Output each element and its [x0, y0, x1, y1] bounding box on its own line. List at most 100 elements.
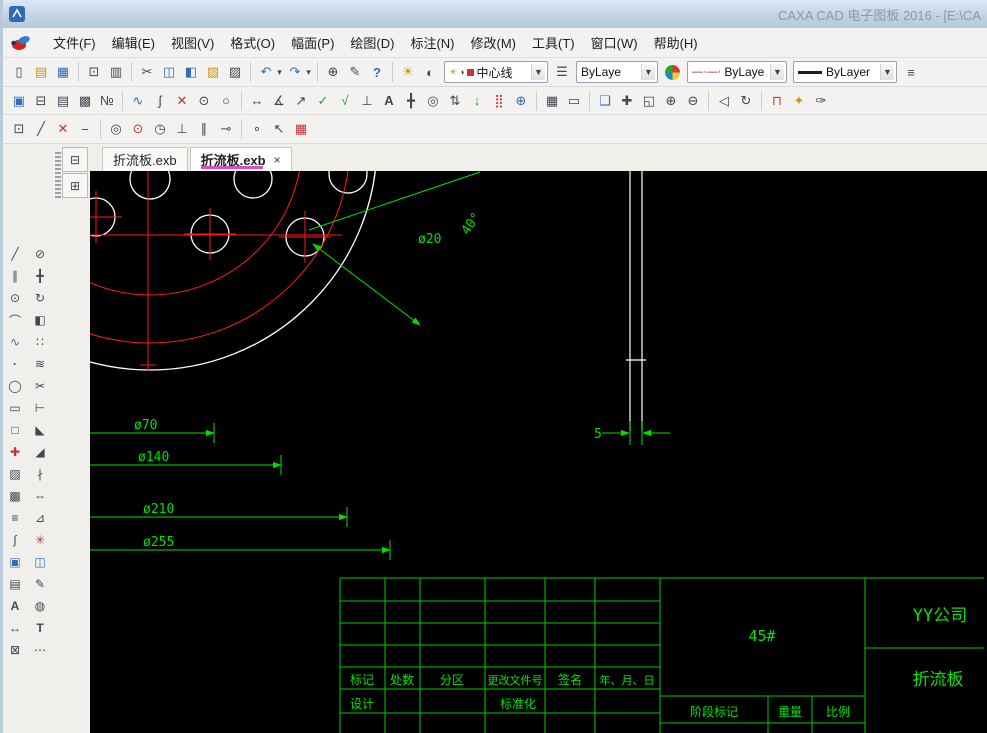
- draw-rectangle-icon[interactable]: ▭: [5, 398, 25, 418]
- zoom-out-icon[interactable]: ⊖: [683, 90, 703, 112]
- previous-view-icon[interactable]: ◁: [714, 90, 734, 112]
- redraw-icon[interactable]: ↻: [736, 90, 756, 112]
- more-tools-icon[interactable]: ⋯: [30, 640, 50, 660]
- color-combo[interactable]: ByLaye ▼: [576, 61, 658, 83]
- frame-select-icon[interactable]: ⊓: [767, 90, 787, 112]
- erase-icon[interactable]: ⊘: [30, 244, 50, 264]
- insert-image-icon[interactable]: ▤: [5, 574, 25, 594]
- tab-document-2[interactable]: 折流板.exb ×: [189, 147, 292, 171]
- linetype-combo[interactable]: —·—· ByLaye ▼: [687, 61, 787, 83]
- node-icon[interactable]: ∘: [247, 118, 267, 140]
- highlight-icon[interactable]: ✦: [789, 90, 809, 112]
- fill-color-icon[interactable]: ◍: [30, 596, 50, 616]
- draw-hatch-icon[interactable]: ▨: [5, 464, 25, 484]
- chevron-down-icon[interactable]: ▼: [531, 64, 545, 80]
- save-file-icon[interactable]: ▦: [53, 61, 73, 83]
- undo-icon[interactable]: ↶: [256, 61, 276, 83]
- erase-segment-icon[interactable]: ✕: [53, 118, 73, 140]
- print-preview-icon[interactable]: ▥: [106, 61, 126, 83]
- copy-entity-icon[interactable]: ◫: [30, 552, 50, 572]
- lineweight-combo[interactable]: ByLayer ▼: [793, 61, 897, 83]
- paste-special-icon[interactable]: ▨: [225, 61, 245, 83]
- undo-dropdown-icon[interactable]: ▾: [275, 61, 284, 83]
- draw-ellipse-icon[interactable]: ◯: [5, 376, 25, 396]
- zoom-in-icon[interactable]: ⊕: [661, 90, 681, 112]
- layer-lock-icon[interactable]: ◐: [420, 61, 440, 83]
- snap-point-icon[interactable]: ⊙: [194, 90, 214, 112]
- point-array-icon[interactable]: ⣿: [489, 90, 509, 112]
- mirror-icon[interactable]: ◧: [30, 310, 50, 330]
- draw-arc-icon[interactable]: ⌒: [5, 310, 25, 330]
- redo-dropdown-icon[interactable]: ▾: [304, 61, 313, 83]
- dim-text-d255[interactable]: ø255: [143, 535, 174, 550]
- dim-text-t5[interactable]: 5: [594, 427, 602, 442]
- draw-spline-icon[interactable]: ∿: [5, 332, 25, 352]
- formula-curve-icon[interactable]: ∫: [150, 90, 170, 112]
- zoom-all-icon[interactable]: ◱: [639, 90, 659, 112]
- layer-manager-icon[interactable]: ☰: [552, 61, 572, 83]
- open-file-icon[interactable]: ▤: [31, 61, 51, 83]
- side-view-part[interactable]: [626, 171, 646, 431]
- rotate-icon[interactable]: ↻: [30, 288, 50, 308]
- draw-curve-icon[interactable]: ∫: [5, 530, 25, 550]
- move-icon[interactable]: ╋: [30, 266, 50, 286]
- parts-list-icon[interactable]: ▤: [53, 90, 73, 112]
- arrow-tool-icon[interactable]: ↓: [467, 90, 487, 112]
- corner-icon[interactable]: ◣: [30, 420, 50, 440]
- text-edit-icon[interactable]: T: [30, 618, 50, 638]
- chevron-down-icon[interactable]: ▼: [770, 64, 784, 80]
- close-tab-icon[interactable]: ×: [274, 153, 281, 167]
- tab-document-1[interactable]: 折流板.exb: [102, 147, 188, 171]
- color-palette-icon[interactable]: [665, 64, 680, 80]
- copy-icon[interactable]: ◫: [159, 61, 179, 83]
- chevron-down-icon[interactable]: ▼: [880, 64, 894, 80]
- pen-icon[interactable]: ✑: [811, 90, 831, 112]
- menu-view[interactable]: 视图(V): [163, 29, 222, 56]
- help-icon[interactable]: ?: [367, 61, 387, 83]
- parallel-snap-icon[interactable]: ∥: [194, 118, 214, 140]
- draw-wipeout-icon[interactable]: ⊠: [5, 640, 25, 660]
- wave-line-icon[interactable]: ∿: [128, 90, 148, 112]
- draw-line-icon[interactable]: ╱: [5, 244, 25, 264]
- extend-icon[interactable]: ⊢: [30, 398, 50, 418]
- ole-object-icon[interactable]: ⊕: [323, 61, 343, 83]
- cut-icon[interactable]: ✂: [137, 61, 157, 83]
- center-mark-icon[interactable]: ⊕: [511, 90, 531, 112]
- new-file-icon[interactable]: ▯: [9, 61, 29, 83]
- copy-with-basepoint-icon[interactable]: ◧: [181, 61, 201, 83]
- contour-icon[interactable]: ○: [216, 90, 236, 112]
- match-properties-icon[interactable]: ✎: [30, 574, 50, 594]
- menu-file[interactable]: 文件(F): [45, 29, 104, 56]
- draw-multiline-icon[interactable]: ≡: [5, 508, 25, 528]
- pan-view-icon[interactable]: ✚: [617, 90, 637, 112]
- quadrant-icon[interactable]: ◷: [150, 118, 170, 140]
- ruler-icon[interactable]: ▭: [564, 90, 584, 112]
- draw-parallel-icon[interactable]: ∥: [5, 266, 25, 286]
- layer-bulb-icon[interactable]: ☀: [398, 61, 418, 83]
- draw-dimension-icon[interactable]: ↔: [5, 618, 25, 638]
- dim-text-a40[interactable]: 40°: [459, 210, 485, 238]
- segment-icon[interactable]: ╱: [31, 118, 51, 140]
- frame-fill-icon[interactable]: ▩: [75, 90, 95, 112]
- menu-window[interactable]: 窗口(W): [583, 29, 646, 56]
- paste-icon[interactable]: ▧: [203, 61, 223, 83]
- draw-fill-icon[interactable]: ▩: [5, 486, 25, 506]
- caxa-logo-icon[interactable]: [9, 32, 37, 54]
- balloon-icon[interactable]: ◎: [423, 90, 443, 112]
- draw-point-icon[interactable]: ·: [5, 354, 25, 374]
- dim-angular-icon[interactable]: ∡: [269, 90, 289, 112]
- section-symbol-icon[interactable]: ⇅: [445, 90, 465, 112]
- text-tool-icon[interactable]: A: [379, 90, 399, 112]
- leader-icon[interactable]: ↗: [291, 90, 311, 112]
- library-palette-button[interactable]: ⊞: [62, 173, 88, 198]
- chamfer-icon[interactable]: ◢: [30, 442, 50, 462]
- centerlines[interactable]: [90, 171, 350, 371]
- serial-number-icon[interactable]: №: [97, 90, 117, 112]
- draw-centerline-icon[interactable]: ✚: [5, 442, 25, 462]
- grid-toggle-icon[interactable]: ▦: [542, 90, 562, 112]
- draw-text-icon[interactable]: A: [5, 596, 25, 616]
- lineweight-settings-icon[interactable]: ≡: [901, 61, 921, 83]
- dim-text-d140[interactable]: ø140: [138, 450, 169, 465]
- break-icon[interactable]: ∤: [30, 464, 50, 484]
- menu-help[interactable]: 帮助(H): [646, 29, 706, 56]
